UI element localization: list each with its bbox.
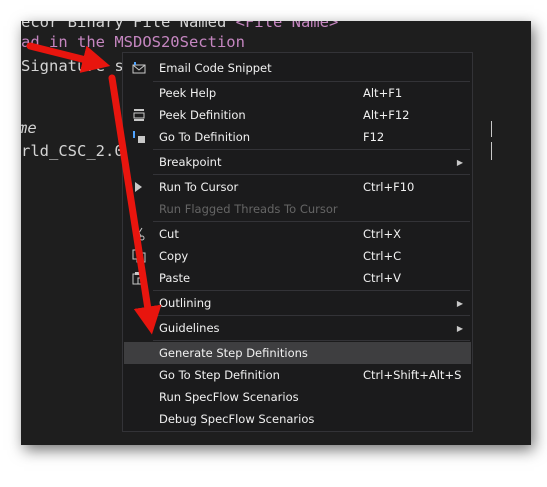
- peek-definition-icon: [132, 108, 146, 122]
- chevron-right-icon: ▶: [456, 323, 463, 333]
- menu-item-peek-definition[interactable]: Peek Definition Alt+F12: [124, 104, 471, 126]
- menu-item-peek-help[interactable]: Peek Help Alt+F1: [124, 82, 471, 104]
- menu-item-label: Peek Help: [159, 86, 217, 100]
- menu-item-breakpoint[interactable]: Breakpoint ▶: [124, 151, 471, 173]
- menu-item-copy[interactable]: Copy Ctrl+C: [124, 245, 471, 267]
- menu-separator: [153, 174, 470, 175]
- menu-item-cut[interactable]: Cut Ctrl+X: [124, 223, 471, 245]
- context-menu: Email Code Snippet Peek Help Alt+F1 Peek…: [122, 52, 473, 432]
- chevron-right-icon: ▶: [456, 157, 463, 167]
- email-icon: [132, 61, 146, 75]
- go-to-definition-icon: [132, 130, 146, 144]
- menu-separator: [153, 315, 470, 316]
- menu-item-label: Email Code Snippet: [159, 61, 272, 75]
- shortcut-label: Alt+F12: [363, 108, 410, 122]
- code-line: me: [21, 119, 37, 137]
- chevron-right-icon: ▶: [456, 298, 463, 308]
- menu-item-debug-specflow-scenarios[interactable]: Debug SpecFlow Scenarios: [124, 408, 471, 430]
- menu-separator: [153, 149, 470, 150]
- menu-item-label: Generate Step Definitions: [159, 346, 308, 360]
- menu-item-go-to-step-definition[interactable]: Go To Step Definition Ctrl+Shift+Alt+S: [124, 364, 471, 386]
- copy-icon: [132, 249, 146, 263]
- cursor-marker: [491, 142, 492, 160]
- shortcut-label: Ctrl+V: [363, 271, 401, 285]
- menu-separator: [153, 221, 470, 222]
- menu-item-run-flagged-threads: Run Flagged Threads To Cursor: [124, 198, 471, 220]
- menu-item-label: Debug SpecFlow Scenarios: [159, 412, 315, 426]
- menu-item-generate-step-definitions[interactable]: Generate Step Definitions: [124, 342, 471, 364]
- shortcut-label: Alt+F1: [363, 86, 403, 100]
- code-line: Signature s: [21, 57, 124, 75]
- menu-item-label: Run To Cursor: [159, 180, 239, 194]
- menu-separator: [153, 340, 470, 341]
- menu-item-label: Outlining: [159, 296, 212, 310]
- menu-item-label: Breakpoint: [159, 155, 222, 169]
- shortcut-label: Ctrl+X: [363, 227, 401, 241]
- menu-item-label: Run SpecFlow Scenarios: [159, 390, 299, 404]
- menu-item-run-specflow-scenarios[interactable]: Run SpecFlow Scenarios: [124, 386, 471, 408]
- shortcut-label: Ctrl+C: [363, 249, 402, 263]
- menu-item-label: Guidelines: [159, 321, 220, 335]
- code-line: ad in the MSDOS20Section: [21, 33, 245, 51]
- menu-item-run-to-cursor[interactable]: Run To Cursor Ctrl+F10: [124, 176, 471, 198]
- menu-item-label: Run Flagged Threads To Cursor: [159, 202, 338, 216]
- cursor-marker: [491, 121, 492, 137]
- code-line: rld_CSC_2.0: [21, 142, 124, 160]
- shortcut-label: Ctrl+Shift+Alt+S: [363, 368, 462, 382]
- shortcut-label: Ctrl+F10: [363, 180, 415, 194]
- menu-item-label: Go To Step Definition: [159, 368, 280, 382]
- shortcut-label: F12: [363, 130, 385, 144]
- code-line: ecor Binary File Named <File Name>: [21, 21, 339, 31]
- menu-item-paste[interactable]: Paste Ctrl+V: [124, 267, 471, 289]
- menu-item-go-to-definition[interactable]: Go To Definition F12: [124, 126, 471, 148]
- menu-item-label: Go To Definition: [159, 130, 251, 144]
- menu-item-email-code-snippet[interactable]: Email Code Snippet: [124, 57, 471, 79]
- menu-item-label: Peek Definition: [159, 108, 246, 122]
- cut-icon: [132, 227, 146, 241]
- menu-item-outlining[interactable]: Outlining ▶: [124, 292, 471, 314]
- menu-separator: [153, 290, 470, 291]
- menu-item-label: Paste: [159, 271, 191, 285]
- menu-item-label: Cut: [159, 227, 179, 241]
- menu-item-guidelines[interactable]: Guidelines ▶: [124, 317, 471, 339]
- menu-item-label: Copy: [159, 249, 189, 263]
- run-to-cursor-icon: [132, 180, 146, 194]
- paste-icon: [132, 271, 146, 285]
